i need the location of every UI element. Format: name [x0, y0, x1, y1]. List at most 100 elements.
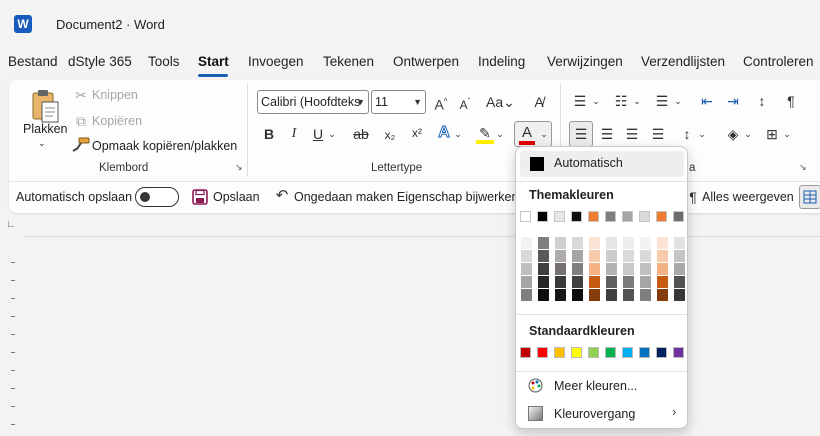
theme-shade-swatch[interactable]: [521, 276, 532, 288]
paste-chevron-down-icon[interactable]: ⌄: [38, 138, 46, 149]
theme-shade-swatch[interactable]: [538, 276, 549, 288]
theme-shade-swatch[interactable]: [640, 263, 651, 275]
theme-shade-swatch[interactable]: [674, 289, 685, 301]
theme-shade-swatch[interactable]: [623, 276, 634, 288]
chevron-down-icon[interactable]: ⌄: [782, 125, 792, 143]
standard-color-swatch[interactable]: [588, 347, 599, 358]
borders-icon[interactable]: ⊞: [763, 125, 781, 143]
theme-shade-swatch[interactable]: [555, 250, 566, 262]
chevron-down-icon[interactable]: ⌄: [743, 125, 753, 143]
theme-shade-swatch[interactable]: [589, 250, 600, 262]
theme-shade-swatch[interactable]: [623, 263, 634, 275]
justify-icon[interactable]: ☰: [649, 125, 667, 143]
font-color-button[interactable]: A ⌄: [514, 121, 552, 147]
italic-button[interactable]: I: [286, 125, 302, 143]
chevron-down-icon[interactable]: ⌄: [591, 92, 601, 110]
standard-color-swatch[interactable]: [622, 347, 633, 358]
theme-color-swatch[interactable]: [605, 211, 616, 222]
superscript-button[interactable]: x²: [408, 124, 426, 142]
text-effects-icon[interactable]: A: [435, 124, 453, 142]
more-colors-option[interactable]: Meer kleuren...: [554, 379, 637, 393]
theme-color-swatch[interactable]: [656, 211, 667, 222]
theme-shade-swatch[interactable]: [521, 250, 532, 262]
theme-shade-swatch[interactable]: [674, 276, 685, 288]
numbering-icon[interactable]: ☷: [612, 92, 630, 110]
gradient-option[interactable]: Kleurovergang: [554, 407, 635, 421]
sort-icon[interactable]: ↕: [753, 92, 771, 110]
font-name-combo[interactable]: Calibri (Hoofdteks ▼: [257, 90, 369, 114]
standard-color-swatch[interactable]: [571, 347, 582, 358]
theme-shade-swatch[interactable]: [572, 237, 583, 249]
align-center-icon[interactable]: ☰: [598, 125, 616, 143]
chevron-down-icon[interactable]: ⌄: [327, 125, 337, 143]
theme-shade-swatch[interactable]: [521, 289, 532, 301]
standard-color-swatch[interactable]: [554, 347, 565, 358]
theme-shade-swatch[interactable]: [572, 276, 583, 288]
theme-shade-swatch[interactable]: [657, 250, 668, 262]
underline-button[interactable]: U: [310, 125, 326, 143]
theme-shade-swatch[interactable]: [538, 263, 549, 275]
change-case-icon[interactable]: Aa⌄: [486, 93, 515, 111]
chevron-down-icon[interactable]: ⌄: [697, 125, 707, 143]
theme-color-swatch[interactable]: [622, 211, 633, 222]
font-size-combo[interactable]: 11 ▼: [371, 90, 426, 114]
theme-shade-swatch[interactable]: [606, 263, 617, 275]
theme-shade-swatch[interactable]: [640, 237, 651, 249]
grow-font-icon[interactable]: A^: [432, 93, 450, 114]
standard-color-swatch[interactable]: [639, 347, 650, 358]
copy-button[interactable]: Kopiëren: [92, 114, 142, 128]
shading-icon[interactable]: ◈: [724, 125, 742, 143]
theme-shade-swatch[interactable]: [640, 276, 651, 288]
tab-ontwerpen[interactable]: Ontwerpen: [393, 54, 459, 69]
theme-shade-swatch[interactable]: [623, 289, 634, 301]
standard-color-swatch[interactable]: [656, 347, 667, 358]
theme-shade-swatch[interactable]: [589, 289, 600, 301]
undo-button[interactable]: Ongedaan maken Eigenschap bijwerken: [294, 190, 518, 204]
save-icon[interactable]: [192, 189, 208, 205]
theme-shade-swatch[interactable]: [606, 250, 617, 262]
tab-tools[interactable]: Tools: [148, 54, 180, 69]
theme-shade-swatch[interactable]: [674, 263, 685, 275]
theme-shade-swatch[interactable]: [572, 263, 583, 275]
document-area[interactable]: [0, 216, 820, 436]
tab-tekenen[interactable]: Tekenen: [323, 54, 374, 69]
paste-button[interactable]: Plakken: [23, 122, 67, 136]
theme-shade-swatch[interactable]: [623, 250, 634, 262]
standard-color-swatch[interactable]: [673, 347, 684, 358]
theme-shade-swatch[interactable]: [521, 237, 532, 249]
theme-shade-swatch[interactable]: [589, 263, 600, 275]
theme-shade-swatch[interactable]: [674, 250, 685, 262]
theme-shade-swatch[interactable]: [606, 276, 617, 288]
theme-shade-swatch[interactable]: [555, 237, 566, 249]
theme-shade-swatch[interactable]: [572, 289, 583, 301]
theme-shade-swatch[interactable]: [606, 237, 617, 249]
automatic-color-option[interactable]: Automatisch: [520, 151, 684, 177]
tab-verwijzingen[interactable]: Verwijzingen: [547, 54, 623, 69]
multilevel-list-icon[interactable]: ☰: [653, 92, 671, 110]
tab-dstyle[interactable]: dStyle 365: [68, 54, 132, 69]
theme-shade-swatch[interactable]: [589, 237, 600, 249]
clear-formatting-icon[interactable]: A̸: [530, 93, 548, 111]
theme-shade-swatch[interactable]: [538, 250, 549, 262]
theme-shade-swatch[interactable]: [657, 263, 668, 275]
save-button[interactable]: Opslaan: [213, 190, 260, 204]
tab-bestand[interactable]: Bestand: [8, 54, 58, 69]
align-right-icon[interactable]: ☰: [623, 125, 641, 143]
theme-shade-swatch[interactable]: [657, 276, 668, 288]
theme-shade-swatch[interactable]: [538, 289, 549, 301]
standard-color-swatch[interactable]: [605, 347, 616, 358]
tab-selector-icon[interactable]: ∟: [6, 219, 18, 231]
theme-color-swatch[interactable]: [554, 211, 565, 222]
theme-shade-swatch[interactable]: [623, 237, 634, 249]
bold-button[interactable]: B: [261, 125, 277, 143]
align-left-button[interactable]: ☰: [569, 121, 593, 147]
theme-shade-swatch[interactable]: [555, 276, 566, 288]
theme-shade-swatch[interactable]: [657, 289, 668, 301]
theme-shade-swatch[interactable]: [572, 250, 583, 262]
standard-color-swatch[interactable]: [520, 347, 531, 358]
undo-icon[interactable]: ↶: [273, 187, 291, 205]
theme-shade-swatch[interactable]: [640, 289, 651, 301]
line-spacing-icon[interactable]: ↕: [678, 125, 696, 143]
bullets-icon[interactable]: ☰: [571, 92, 589, 110]
theme-shade-swatch[interactable]: [674, 237, 685, 249]
